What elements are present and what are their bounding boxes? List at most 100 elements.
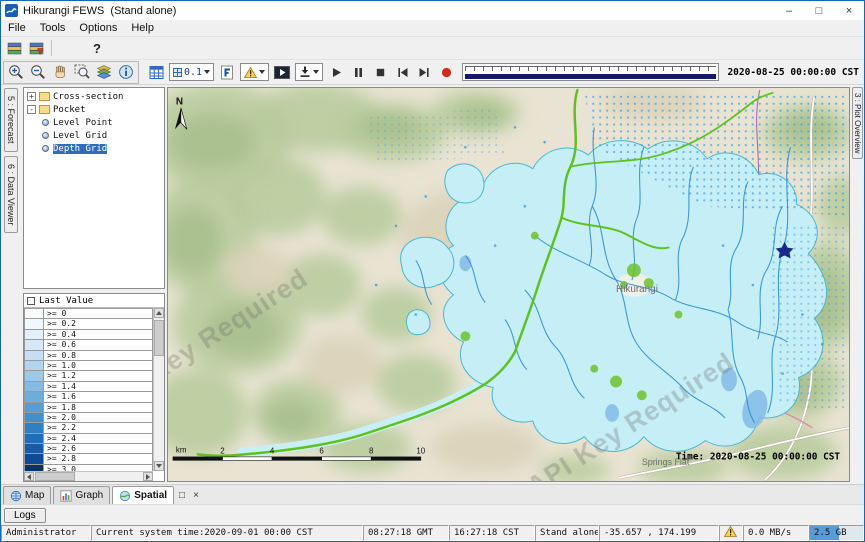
- record-icon: [440, 66, 453, 79]
- animation-panel-button[interactable]: [271, 62, 293, 83]
- chevron-down-icon: [204, 70, 210, 74]
- scroll-up-icon[interactable]: [154, 308, 164, 318]
- grid-icon: [149, 65, 164, 80]
- pause-button[interactable]: [347, 62, 369, 83]
- app-window: Hikurangi FEWS (Stand alone) – □ × FileT…: [0, 0, 865, 542]
- time-slider[interactable]: [462, 63, 719, 81]
- legend-label: >= 2.2: [44, 423, 153, 433]
- step-forward-icon: [418, 66, 431, 79]
- close-icon[interactable]: ×: [834, 1, 864, 20]
- legend-vertical-scrollbar[interactable]: [153, 308, 164, 471]
- left-tab-6-data-viewer[interactable]: 6 : Data Viewer: [4, 156, 18, 233]
- legend-swatch: [24, 319, 44, 329]
- step-back-button[interactable]: [391, 62, 413, 83]
- status-text: Stand alone: [540, 528, 599, 538]
- warning-filter-combo[interactable]: [240, 63, 269, 81]
- town-label: Hikurangi: [616, 284, 658, 295]
- grid-display-button[interactable]: [145, 62, 167, 83]
- panel-close-icon[interactable]: ×: [190, 490, 202, 501]
- tab-map[interactable]: Map: [3, 486, 51, 504]
- tree-expander-icon[interactable]: +: [27, 92, 36, 101]
- table-import-icon: [7, 41, 22, 56]
- table-export-icon: [29, 41, 44, 56]
- legend-panel: Last Value >= 0>= 0.2>= 0.4>= 0.6>= 0.8>…: [23, 293, 165, 482]
- menu-item-options[interactable]: Options: [72, 21, 124, 35]
- maximize-icon[interactable]: □: [804, 1, 834, 20]
- play-icon: [330, 66, 343, 79]
- legend-row: >= 2.2: [24, 423, 153, 433]
- profile-f-icon: [220, 65, 234, 80]
- scroll-left-icon[interactable]: [24, 472, 34, 481]
- stop-button[interactable]: [369, 62, 391, 83]
- legend-horizontal-scrollbar[interactable]: [24, 471, 153, 481]
- left-tab-5-forecast[interactable]: 5 : Forecast: [4, 88, 18, 152]
- zoom-region-button[interactable]: [71, 62, 93, 83]
- legend-row: >= 1.6: [24, 392, 153, 402]
- legend-header: Last Value: [24, 294, 164, 308]
- panel-maximize-icon[interactable]: □: [176, 490, 188, 501]
- legend-swatch: [24, 330, 44, 340]
- last-value-checkbox[interactable]: [27, 297, 35, 305]
- node-icon: [42, 132, 49, 139]
- legend-row: >= 0.2: [24, 319, 153, 329]
- logs-button[interactable]: Logs: [4, 508, 46, 523]
- layers-button[interactable]: [93, 62, 115, 83]
- zoom-region-icon: [74, 64, 90, 80]
- minimize-icon[interactable]: –: [774, 1, 804, 20]
- tree-item-pocket[interactable]: - Pocket: [24, 103, 164, 116]
- status-text: Administrator: [6, 528, 76, 538]
- profile-chart-button[interactable]: [216, 62, 238, 83]
- tree-expander-icon[interactable]: -: [27, 105, 36, 114]
- explorer-tree: +Cross-section - PocketLevel PointLevel Gr…: [23, 87, 165, 289]
- tree-item-depth-grid[interactable]: Depth Grid: [24, 142, 164, 155]
- right-tab-strip: 3 : Plot Overview: [851, 85, 864, 484]
- menu-item-help[interactable]: Help: [124, 21, 161, 35]
- import-data-button[interactable]: [3, 38, 25, 59]
- status-text: 2.5 GB: [814, 528, 847, 538]
- scroll-right-icon[interactable]: [143, 472, 153, 481]
- legend-swatch: [24, 413, 44, 423]
- tree-item-cross-section[interactable]: +Cross-section: [24, 90, 164, 103]
- legend-label: >= 2.6: [44, 444, 153, 454]
- export-animation-button[interactable]: [295, 63, 323, 81]
- map-tools-group: [3, 61, 139, 84]
- tree-item-level-grid[interactable]: Level Grid: [24, 129, 164, 142]
- step-back-icon: [396, 66, 409, 79]
- play-button[interactable]: [325, 62, 347, 83]
- help-button[interactable]: ?: [86, 38, 108, 59]
- info-button[interactable]: [115, 62, 137, 83]
- stop-icon: [374, 66, 387, 79]
- right-tab-3-plot-overview[interactable]: 3 : Plot Overview: [852, 87, 863, 159]
- legend-label: >= 0.2: [44, 319, 153, 329]
- record-button[interactable]: [435, 62, 457, 83]
- scroll-down-icon[interactable]: [154, 461, 164, 471]
- menu-item-file[interactable]: File: [1, 21, 33, 35]
- scale-unit-label: km: [176, 445, 187, 454]
- grid-scale-combo[interactable]: 0.1: [169, 63, 214, 81]
- help-icon: ?: [93, 41, 101, 56]
- map-canvas: API Key Required API Key Required Hikura…: [168, 88, 849, 481]
- pan-button[interactable]: [49, 62, 71, 83]
- step-forward-button[interactable]: [413, 62, 435, 83]
- scroll-thumb[interactable]: [35, 472, 75, 481]
- legend-label: >= 1.2: [44, 371, 153, 381]
- warning-icon: [724, 526, 737, 540]
- tab-graph[interactable]: Graph: [53, 486, 110, 504]
- scroll-thumb[interactable]: [154, 320, 164, 356]
- svg-text:6: 6: [319, 446, 324, 455]
- zoom-out-button[interactable]: [27, 62, 49, 83]
- tree-item-label: Pocket: [53, 105, 86, 115]
- legend-row: >= 1.2: [24, 371, 153, 381]
- tab-spatial[interactable]: Spatial: [112, 486, 174, 504]
- tree-item-level-point[interactable]: Level Point: [24, 116, 164, 129]
- legend-row: >= 0: [24, 309, 153, 319]
- time-slider-range[interactable]: [465, 74, 716, 79]
- menu-item-tools[interactable]: Tools: [33, 21, 73, 35]
- globe-icon: [10, 490, 22, 502]
- zoom-in-button[interactable]: [5, 62, 27, 83]
- legend-swatch: [24, 392, 44, 402]
- legend-swatch: [24, 434, 44, 444]
- map-view[interactable]: API Key Required API Key Required Hikura…: [167, 87, 850, 482]
- status-text: 0.0 MB/s: [748, 528, 791, 538]
- export-data-button[interactable]: [25, 38, 47, 59]
